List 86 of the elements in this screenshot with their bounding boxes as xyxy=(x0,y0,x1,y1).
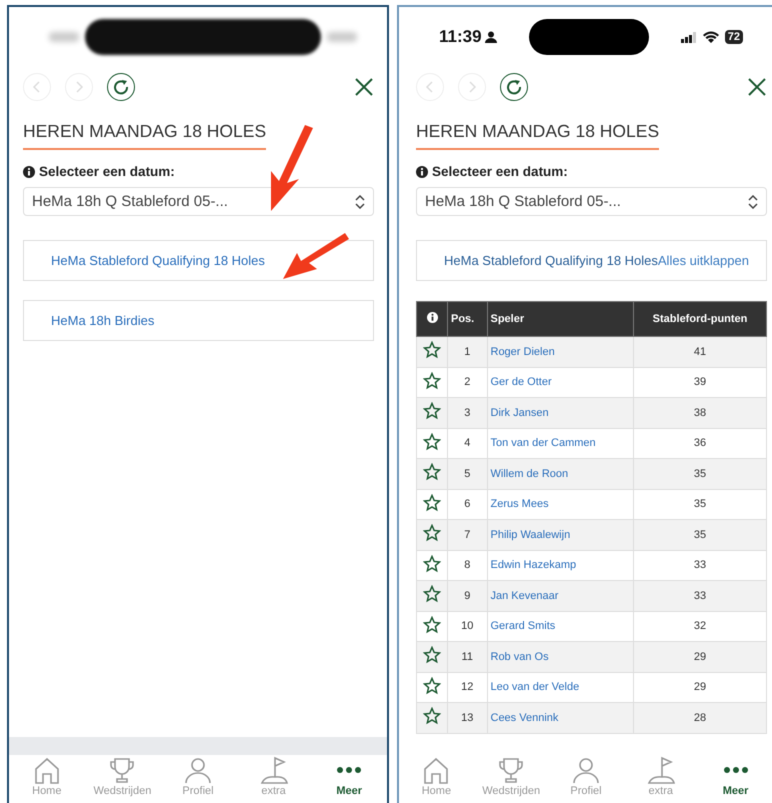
star-icon[interactable] xyxy=(423,524,441,542)
player-link[interactable]: Philip Waalewijn xyxy=(487,520,634,550)
star-icon[interactable] xyxy=(423,676,441,695)
flag-icon xyxy=(258,755,289,785)
player-link[interactable]: Willem de Roon xyxy=(487,458,634,489)
position-cell: 11 xyxy=(448,642,487,672)
refresh-icon xyxy=(506,79,522,95)
competition-item[interactable]: HeMa 18h Birdies xyxy=(23,300,374,341)
player-link[interactable]: Jan Kevenaar xyxy=(487,580,634,611)
star-icon[interactable] xyxy=(423,372,441,390)
close-icon xyxy=(354,77,374,97)
player-link[interactable]: Cees Vennink xyxy=(487,702,634,733)
position-cell: 3 xyxy=(448,398,487,428)
more-icon xyxy=(336,766,362,774)
competition-item[interactable]: HeMa Stableford Qualifying 18 Holes xyxy=(23,240,374,281)
star-icon[interactable] xyxy=(423,494,441,512)
star-icon[interactable] xyxy=(423,341,441,360)
tab-bar-item[interactable]: extra xyxy=(624,755,698,803)
date-label: Selecteer een datum: xyxy=(39,164,175,179)
close-icon xyxy=(747,77,767,97)
tab-bar-item[interactable]: Home xyxy=(399,755,474,803)
points-cell: 35 xyxy=(634,458,766,489)
position-cell: 13 xyxy=(448,702,487,733)
position-cell: 5 xyxy=(448,458,487,489)
person-icon xyxy=(570,755,601,785)
position-cell: 7 xyxy=(448,520,487,550)
tab-bar-item[interactable]: Meer xyxy=(698,755,772,803)
star-icon[interactable] xyxy=(423,585,441,604)
date-select[interactable]: HeMa 18h Q Stableford 05-... xyxy=(416,187,767,216)
chevron-updown-icon xyxy=(748,194,758,208)
tab-bar-item[interactable]: Meer xyxy=(312,755,386,803)
competition-item[interactable]: HeMa Stableford Qualifying 18 HolesAlles uitklappen xyxy=(416,240,767,281)
flag-icon xyxy=(646,755,676,785)
player-link[interactable]: Dirk Jansen xyxy=(487,398,634,428)
refresh-button[interactable] xyxy=(107,73,135,101)
column-header: Stableford-punten xyxy=(634,302,766,336)
close-button[interactable] xyxy=(747,77,767,97)
expand-all-link[interactable]: Alles uitklappen xyxy=(658,253,749,268)
chevron-left-icon xyxy=(32,80,42,94)
status-time: 11:39 xyxy=(439,27,497,47)
player-link[interactable]: Rob van Os xyxy=(487,642,634,672)
tab-bar-item[interactable]: Wedstrijden xyxy=(85,755,160,803)
star-icon[interactable] xyxy=(423,554,441,573)
date-select[interactable]: HeMa 18h Q Stableford 05-... xyxy=(23,187,374,216)
tab-bar-item[interactable]: Home xyxy=(10,755,84,803)
person-icon xyxy=(484,31,497,43)
points-cell: 38 xyxy=(634,398,766,428)
more-icon xyxy=(722,766,749,774)
column-header: Pos. xyxy=(448,302,487,336)
info-icon xyxy=(23,166,35,178)
arrow-annotation xyxy=(283,233,349,279)
chevron-right-icon xyxy=(74,80,84,94)
chevron-right-icon xyxy=(467,80,477,94)
refresh-button[interactable] xyxy=(500,73,528,101)
refresh-icon xyxy=(113,79,129,95)
points-cell: 29 xyxy=(634,642,766,672)
info-icon xyxy=(426,312,438,323)
star-icon[interactable] xyxy=(423,646,441,664)
tab-bar-item[interactable]: extra xyxy=(236,755,311,803)
chevron-updown-icon xyxy=(355,194,365,208)
points-cell: 41 xyxy=(634,336,766,367)
position-cell: 1 xyxy=(448,336,487,367)
close-button[interactable] xyxy=(354,77,374,97)
player-link[interactable]: Roger Dielen xyxy=(487,336,634,367)
points-cell: 35 xyxy=(634,520,766,550)
chevron-left-icon xyxy=(425,80,435,94)
page-title: HEREN MAANDAG 18 HOLES xyxy=(23,121,266,150)
points-cell: 28 xyxy=(634,702,766,733)
signal-icon xyxy=(680,32,697,42)
tab-bar-item[interactable]: Profiel xyxy=(548,755,623,803)
star-icon[interactable] xyxy=(423,707,441,726)
points-cell: 33 xyxy=(634,580,766,611)
star-icon[interactable] xyxy=(423,616,441,634)
date-label: Selecteer een datum: xyxy=(432,164,568,179)
tab-bar-item[interactable]: Wedstrijden xyxy=(474,755,548,803)
person-icon xyxy=(182,755,213,785)
battery-level: 72 xyxy=(724,30,743,44)
star-icon[interactable] xyxy=(423,463,441,482)
info-icon xyxy=(416,166,428,178)
star-icon[interactable] xyxy=(423,402,441,420)
wifi-icon xyxy=(702,31,719,43)
star-icon[interactable] xyxy=(423,432,441,451)
column-header: Speler xyxy=(487,302,634,336)
tab-bar-item[interactable]: Profiel xyxy=(160,755,235,803)
position-cell: 9 xyxy=(448,580,487,611)
page-title: HEREN MAANDAG 18 HOLES xyxy=(416,121,660,150)
